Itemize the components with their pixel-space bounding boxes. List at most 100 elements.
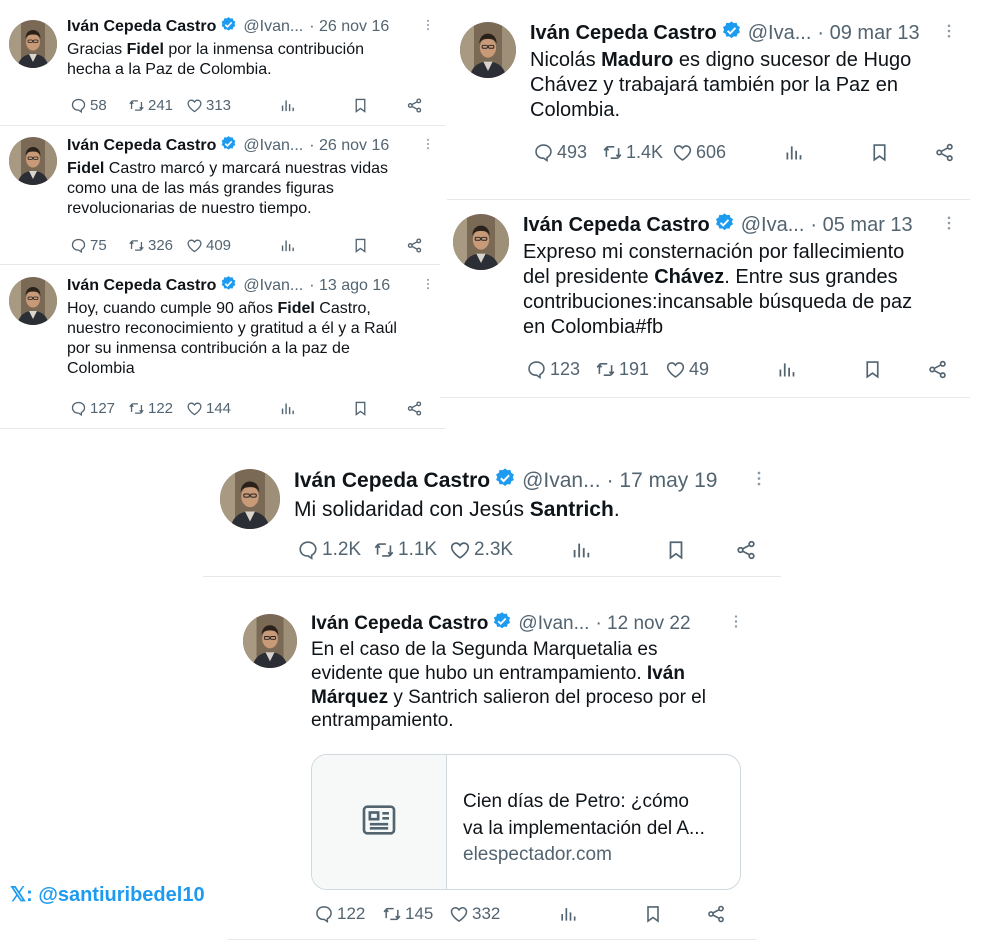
- author-name[interactable]: Iván Cepeda Castro: [523, 214, 710, 237]
- bookmark-button[interactable]: [640, 904, 663, 924]
- reply-button[interactable]: 127: [67, 400, 115, 417]
- share-button[interactable]: [403, 400, 423, 417]
- like-button[interactable]: 313: [183, 97, 231, 114]
- verified-badge-icon: [220, 135, 237, 157]
- bookmark-button[interactable]: [349, 237, 369, 254]
- retweet-button[interactable]: 122: [125, 400, 173, 417]
- author-name[interactable]: Iván Cepeda Castro: [530, 22, 717, 45]
- tweet-date[interactable]: · 09 mar 13: [817, 22, 919, 45]
- more-options-icon[interactable]: [946, 214, 952, 238]
- author-handle[interactable]: @Ivan...: [243, 277, 303, 295]
- more-options-icon[interactable]: [425, 137, 431, 156]
- tweet-date[interactable]: · 26 nov 16: [309, 18, 389, 36]
- link-preview-card[interactable]: Cien días de Petro: ¿cómo va la implement…: [311, 754, 741, 890]
- more-options-icon[interactable]: [756, 469, 762, 494]
- more-options-icon[interactable]: [425, 18, 431, 37]
- views-button[interactable]: [276, 237, 296, 254]
- reply-button[interactable]: 1.2K: [294, 539, 361, 561]
- bookmark-button[interactable]: [349, 400, 369, 417]
- views-button[interactable]: [555, 904, 578, 924]
- author-name[interactable]: Iván Cepeda Castro: [67, 277, 216, 295]
- like-button[interactable]: 49: [662, 359, 709, 380]
- avatar[interactable]: [9, 137, 57, 185]
- avatar[interactable]: [460, 22, 516, 78]
- author-name[interactable]: Iván Cepeda Castro: [294, 469, 490, 493]
- author-name[interactable]: Iván Cepeda Castro: [67, 137, 216, 155]
- retweet-button[interactable]: 191: [592, 359, 649, 380]
- tweet-date[interactable]: · 12 nov 22: [595, 613, 690, 635]
- retweet-count: 241: [148, 96, 174, 114]
- share-button[interactable]: [732, 539, 757, 561]
- reply-button[interactable]: 122: [311, 904, 365, 924]
- tweet-card[interactable]: Iván Cepeda Castro @Ivan... · 26 nov 16 Gra…: [0, 8, 445, 126]
- bookmark-button[interactable]: [859, 359, 883, 380]
- tweet-card[interactable]: Iván Cepeda Castro @Ivan... · 12 nov 22 En …: [228, 600, 756, 940]
- reply-button[interactable]: 58: [67, 97, 107, 114]
- tweet-date[interactable]: · 26 nov 16: [309, 137, 389, 155]
- author-name[interactable]: Iván Cepeda Castro: [311, 613, 488, 635]
- tweet-date[interactable]: · 05 mar 13: [810, 214, 912, 237]
- author-handle[interactable]: @Ivan...: [518, 613, 589, 635]
- views-button[interactable]: [773, 359, 797, 380]
- watermark-handle: : @santiuribedel10: [26, 884, 205, 906]
- author-handle[interactable]: @Iva...: [741, 214, 805, 237]
- reply-button[interactable]: 75: [67, 237, 107, 254]
- share-button[interactable]: [924, 359, 948, 380]
- retweet-button[interactable]: 1.1K: [370, 539, 437, 561]
- reply-icon: [70, 97, 87, 114]
- tweet-header: Iván Cepeda Castro @Iva... · 09 mar 13: [530, 20, 920, 47]
- retweet-button[interactable]: 145: [379, 904, 433, 924]
- retweet-button[interactable]: 326: [125, 237, 173, 254]
- retweet-button[interactable]: 241: [125, 97, 173, 114]
- author-handle[interactable]: @Ivan...: [522, 469, 601, 493]
- reply-icon: [70, 237, 87, 254]
- more-options-icon[interactable]: [733, 613, 739, 636]
- more-options-icon[interactable]: [946, 22, 952, 46]
- tweet-card[interactable]: Iván Cepeda Castro @Ivan... · 13 ago 16 Hoy…: [0, 267, 445, 429]
- heart-icon: [449, 904, 469, 924]
- bookmark-button[interactable]: [866, 142, 890, 163]
- like-button[interactable]: 606: [669, 142, 726, 163]
- share-button[interactable]: [403, 237, 423, 254]
- bookmark-button[interactable]: [662, 539, 687, 561]
- author-handle[interactable]: @Iva...: [748, 22, 812, 45]
- author-name[interactable]: Iván Cepeda Castro: [67, 18, 216, 36]
- views-button[interactable]: [276, 97, 296, 114]
- avatar[interactable]: [453, 214, 509, 270]
- author-handle[interactable]: @Ivan...: [243, 137, 303, 155]
- avatar[interactable]: [220, 469, 280, 529]
- like-button[interactable]: 409: [183, 237, 231, 254]
- tweet-header: Iván Cepeda Castro @Ivan... · 26 nov 16: [67, 16, 389, 38]
- tweet-date[interactable]: · 13 ago 16: [309, 277, 390, 295]
- tweet-card[interactable]: Iván Cepeda Castro @Iva... · 09 mar 13 Nico…: [447, 8, 970, 200]
- retweet-icon: [373, 539, 395, 561]
- like-count: 332: [472, 904, 501, 923]
- like-button[interactable]: 144: [183, 400, 231, 417]
- share-button[interactable]: [931, 142, 955, 163]
- more-options-icon[interactable]: [425, 277, 431, 296]
- tweet-card[interactable]: Iván Cepeda Castro @Ivan... · 26 nov 16 Fid…: [0, 127, 445, 265]
- share-button[interactable]: [403, 97, 423, 114]
- tweet-card[interactable]: Iván Cepeda Castro @Ivan... · 17 may 19 Mi …: [203, 455, 781, 577]
- author-handle[interactable]: @Ivan...: [243, 18, 303, 36]
- like-button[interactable]: 332: [446, 904, 500, 924]
- views-button[interactable]: [780, 142, 804, 163]
- views-icon: [776, 359, 797, 380]
- reply-button[interactable]: 123: [523, 359, 580, 380]
- avatar[interactable]: [9, 20, 57, 68]
- tweet-card[interactable]: Iván Cepeda Castro @Iva... · 05 mar 13 Expr…: [440, 202, 970, 398]
- tweet-date[interactable]: · 17 may 19: [607, 469, 718, 493]
- views-button[interactable]: [567, 539, 592, 561]
- bookmark-icon: [665, 539, 687, 561]
- views-icon: [783, 142, 804, 163]
- avatar[interactable]: [9, 277, 57, 325]
- like-button[interactable]: 2.3K: [446, 539, 513, 561]
- retweet-button[interactable]: 1.4K: [599, 142, 663, 163]
- like-count: 313: [206, 96, 232, 114]
- bookmark-button[interactable]: [349, 97, 369, 114]
- avatar[interactable]: [243, 614, 297, 668]
- share-button[interactable]: [703, 904, 726, 924]
- reply-button[interactable]: 493: [530, 142, 587, 163]
- views-button[interactable]: [276, 400, 296, 417]
- reply-count: 75: [90, 236, 107, 254]
